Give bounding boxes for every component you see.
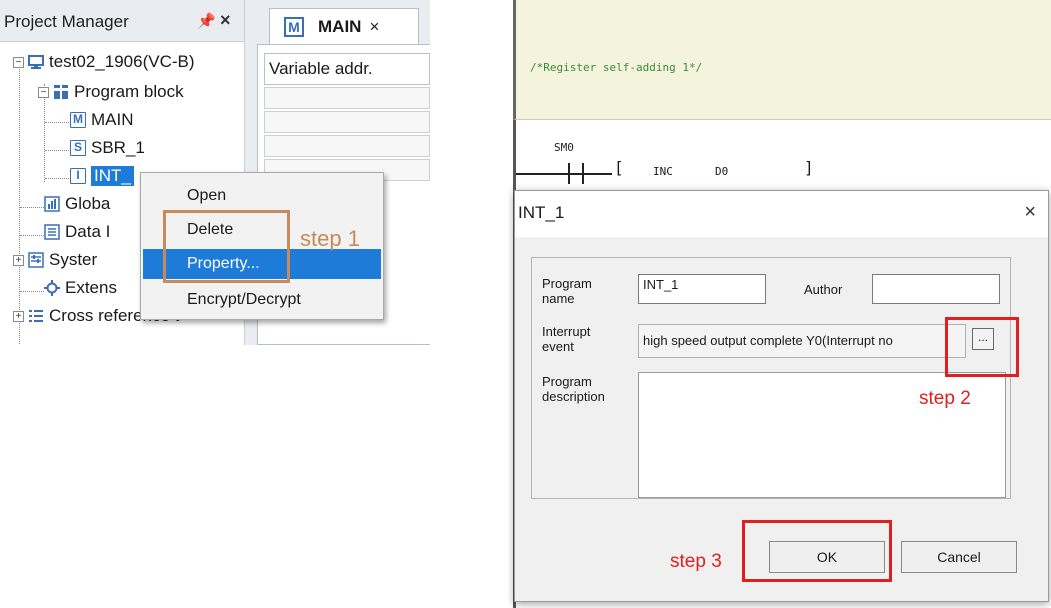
program-name-field[interactable]: INT_1: [638, 274, 766, 304]
contact-left-bar: [568, 163, 570, 184]
data-icon: [44, 224, 60, 240]
global-var-icon: [44, 196, 60, 212]
table-row[interactable]: [264, 135, 430, 157]
step3-highlight: [742, 520, 892, 582]
interrupt-icon: I: [70, 168, 86, 184]
tree-connector: [19, 60, 20, 345]
comment-text: /*Register self-adding 1*/: [530, 61, 703, 74]
expand-icon[interactable]: +: [13, 310, 24, 322]
tree-item-label: SBR_1: [91, 138, 145, 157]
close-tab-button[interactable]: ×: [369, 17, 379, 37]
step1-label: step 1: [300, 226, 360, 251]
properties-group: Program name INT_1 Author Interrupt even…: [531, 257, 1011, 499]
step2-highlight: [945, 317, 1019, 377]
tree-connector: [45, 150, 69, 151]
instruction-name[interactable]: INC: [649, 165, 677, 178]
tree-item-program-block[interactable]: − Program block: [38, 80, 184, 104]
cancel-button[interactable]: Cancel: [901, 541, 1017, 573]
cross-reference-icon: [28, 308, 44, 324]
tree-item-label: Globa: [65, 194, 111, 213]
tree-item-label: Data I: [65, 222, 111, 241]
main-icon: M: [284, 16, 304, 37]
interrupt-event-field: high speed output complete Y0(Interrupt …: [638, 324, 966, 358]
column-header: Variable addr.: [264, 53, 430, 85]
dialog-title: INT_1: [518, 203, 565, 222]
project-manager-screenshot: Project Manager 📌 × − test02_1906(VC-B) …: [0, 0, 430, 345]
main-icon: M: [70, 112, 86, 128]
contact-right-bar: [582, 163, 584, 184]
instruction-bracket-open: [: [612, 158, 626, 177]
menu-item-encrypt[interactable]: Encrypt/Decrypt: [143, 285, 381, 315]
program-description-label: Program description: [542, 374, 605, 404]
rung-gap: [616, 166, 802, 182]
tree-item-label: Syster: [49, 250, 98, 269]
plc-icon: [28, 54, 44, 70]
tree-connector: [20, 207, 44, 208]
contact-label: SM0: [554, 141, 574, 154]
instruction-operand[interactable]: D0: [711, 165, 733, 178]
pin-icon[interactable]: 📌: [197, 12, 216, 30]
system-icon: [28, 252, 44, 268]
collapse-icon[interactable]: −: [38, 86, 49, 98]
interrupt-event-label: Interrupt event: [542, 324, 591, 354]
tree-connector: [45, 178, 69, 179]
tree-item-global[interactable]: Globa: [44, 192, 110, 216]
expand-icon[interactable]: +: [13, 254, 24, 266]
tree-connector: [20, 235, 44, 236]
tab-main[interactable]: M MAIN ×: [269, 8, 419, 44]
extension-icon: [44, 280, 60, 296]
tree-item-label: test02_1906(VC-B): [49, 52, 195, 71]
close-panel-button[interactable]: ×: [220, 10, 231, 31]
table-row[interactable]: [264, 87, 430, 109]
tree-item-system[interactable]: + Syster: [13, 248, 97, 272]
tree-item-extension[interactable]: Extens: [44, 276, 117, 300]
table-row[interactable]: [264, 111, 430, 133]
tree-item-data[interactable]: Data I: [44, 220, 110, 244]
program-name-label: Program name: [542, 276, 592, 306]
close-dialog-button[interactable]: ×: [1024, 201, 1036, 224]
program-block-icon: [53, 84, 69, 100]
tree-item-main[interactable]: M MAIN: [70, 108, 134, 132]
tree-item-label: MAIN: [91, 110, 134, 129]
step1-highlight: [163, 210, 290, 283]
dialog-titlebar[interactable]: INT_1 ×: [515, 191, 1048, 237]
tree-item-sbr[interactable]: S SBR_1: [70, 136, 145, 160]
collapse-icon[interactable]: −: [13, 56, 24, 68]
step3-label: step 3: [670, 551, 722, 572]
author-field[interactable]: [872, 274, 1000, 304]
tab-label: MAIN: [318, 16, 362, 36]
project-manager-header: Project Manager 📌 ×: [0, 0, 244, 42]
tree-connector: [45, 122, 69, 123]
panel-title: Project Manager: [4, 12, 129, 31]
tree-item-label: INT_: [91, 166, 134, 186]
tree-item-label: Program block: [74, 82, 184, 101]
tree-item-label: Extens: [65, 278, 117, 297]
menu-item-open[interactable]: Open: [143, 181, 381, 211]
step2-label: step 2: [919, 388, 971, 409]
tree-item-project[interactable]: − test02_1906(VC-B): [13, 50, 195, 74]
author-label: Author: [804, 282, 843, 297]
network-comment: /*Register self-adding 1*/: [513, 0, 1051, 120]
ladder-editor-screenshot: /*Register self-adding 1*/ SM0 [ INC D0 …: [508, 0, 1051, 608]
subroutine-icon: S: [70, 140, 86, 156]
instruction-bracket-close: ]: [802, 158, 816, 177]
tree-item-int[interactable]: I INT_: [70, 164, 134, 188]
tree-connector: [20, 291, 44, 292]
